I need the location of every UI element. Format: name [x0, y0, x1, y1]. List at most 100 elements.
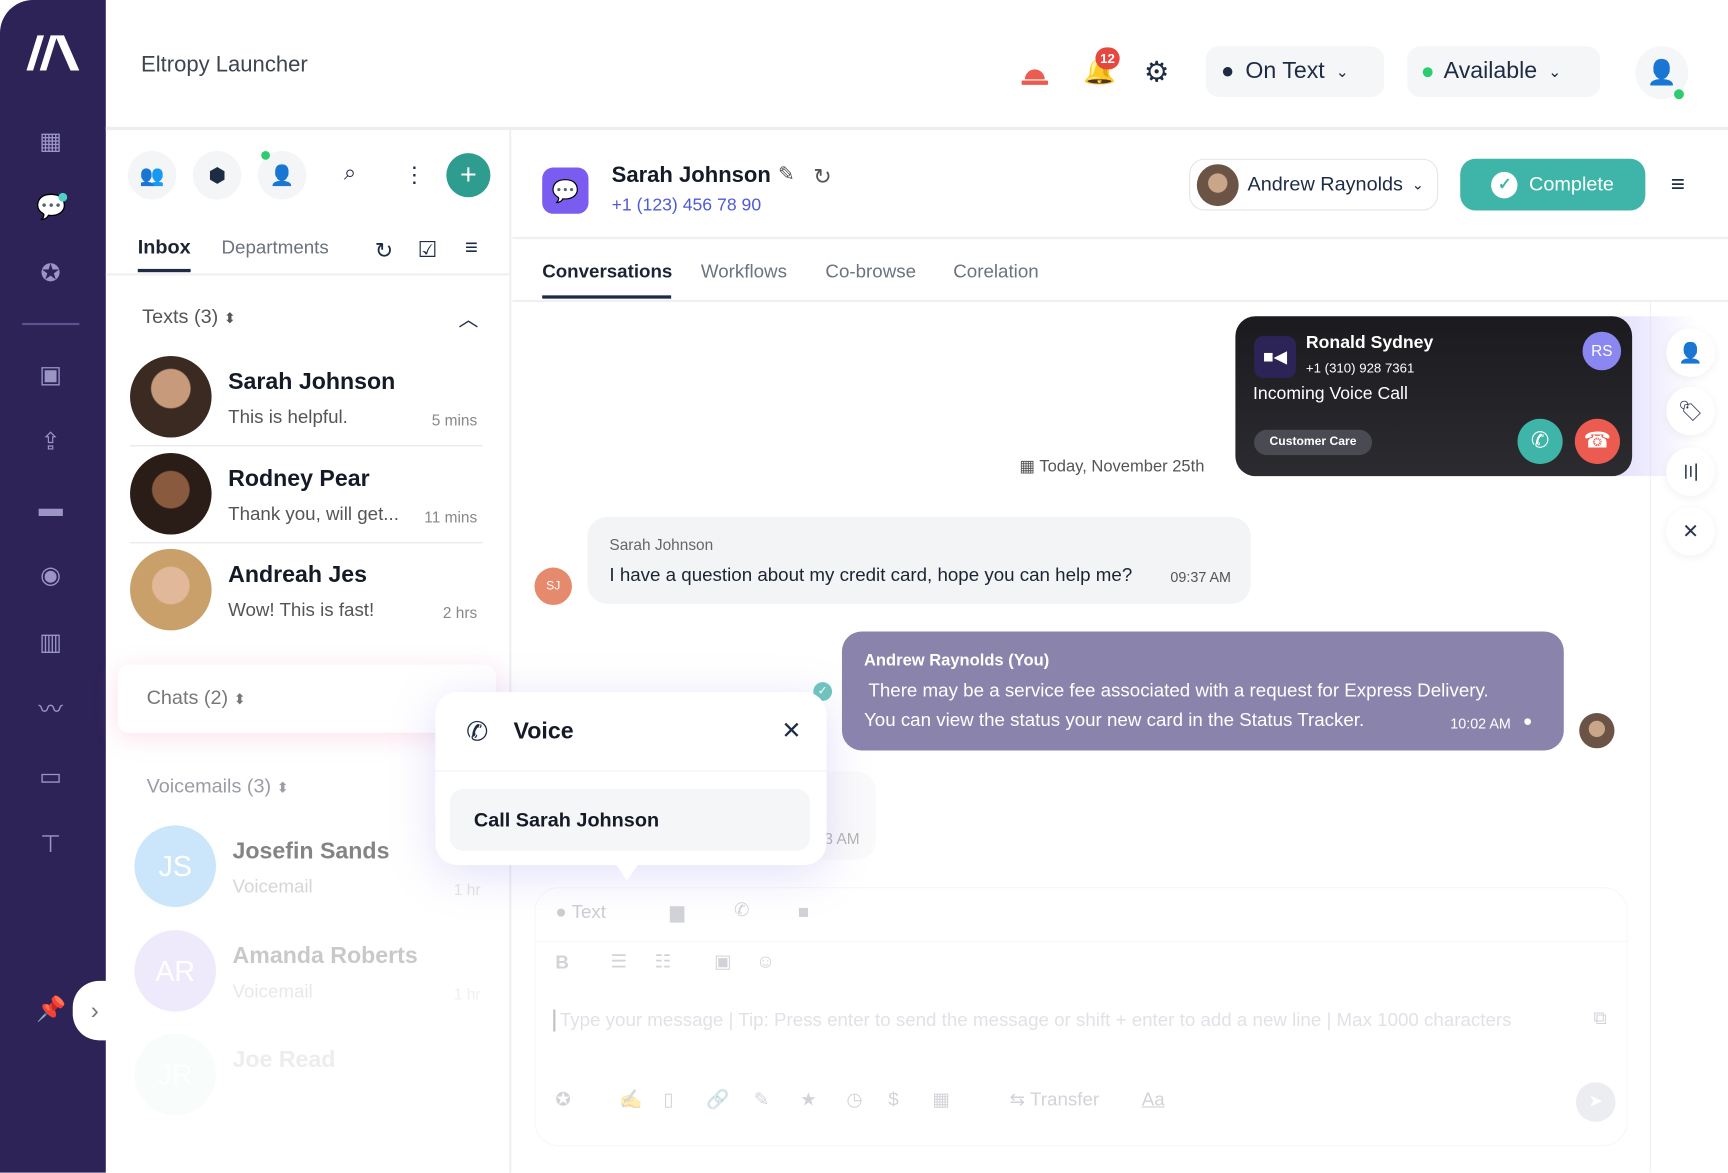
- last-message: Voicemail: [232, 980, 313, 1002]
- message-input[interactable]: Type your message | Tip: Press enter to …: [553, 1009, 1589, 1032]
- edit-icon[interactable]: ✎: [778, 163, 795, 186]
- dashboard-icon[interactable]: ▦: [36, 127, 65, 156]
- award-icon[interactable]: ✪: [36, 259, 65, 288]
- call-contact-button[interactable]: Call Sarah Johnson: [449, 789, 810, 851]
- agent-assign-dropdown[interactable]: Andrew Raynolds ⌄: [1189, 158, 1439, 211]
- list-item[interactable]: JR Joe Read: [130, 1033, 483, 1129]
- tab-corelation[interactable]: Corelation: [953, 261, 1038, 283]
- phone-icon: ✆: [466, 717, 489, 748]
- emoji-icon[interactable]: ☺: [756, 951, 775, 973]
- hexagon-icon[interactable]: ⬢: [192, 150, 242, 200]
- send-button[interactable]: ➤: [1575, 1082, 1616, 1122]
- search-icon[interactable]: ⌕: [344, 161, 356, 186]
- contact-name: Andreah Jes: [228, 562, 368, 588]
- status-dot: [1422, 66, 1433, 77]
- list-item[interactable]: Rodney Pear Thank you, will get... 11 mi…: [130, 452, 483, 548]
- more-vertical-icon[interactable]: ⋮: [403, 161, 425, 189]
- transfer-label: Transfer: [1030, 1088, 1100, 1110]
- filter-icon[interactable]: ≡: [465, 236, 478, 261]
- screen-share-icon[interactable]: ▭: [36, 763, 65, 792]
- contact-phone[interactable]: +1 (123) 456 78 90: [612, 196, 762, 216]
- contacts-icon[interactable]: 👥: [127, 150, 177, 200]
- add-button[interactable]: +: [446, 153, 491, 198]
- activity-icon[interactable]: 〰: [36, 695, 65, 724]
- popup-arrow: [614, 862, 640, 881]
- chevron-up-icon[interactable]: ︿: [458, 304, 478, 333]
- status-dropdown[interactable]: Available ⌄: [1407, 46, 1601, 97]
- approve-icon[interactable]: ✪: [555, 1089, 571, 1111]
- tab-co-browse[interactable]: Co-browse: [825, 261, 916, 283]
- calendar-icon[interactable]: ▣: [36, 360, 65, 389]
- contact-name: Sarah Johnson: [611, 163, 771, 188]
- signature-icon[interactable]: ✍: [619, 1089, 642, 1111]
- sort-icon: ⬍: [223, 309, 236, 327]
- org-chart-icon[interactable]: ⊤: [36, 830, 65, 859]
- tab-workflows[interactable]: Workflows: [701, 261, 787, 283]
- numbered-list-icon[interactable]: ☷: [655, 951, 672, 973]
- alarm-icon[interactable]: [1020, 55, 1049, 86]
- popup-title: Voice: [513, 718, 574, 744]
- audio-wave-icon[interactable]: 〣: [1666, 447, 1715, 496]
- incoming-call-card: ■◀ Ronald Sydney +1 (310) 928 7361 RS In…: [1235, 316, 1633, 477]
- bold-button[interactable]: B: [555, 952, 569, 974]
- font-format-button[interactable]: Aa: [1142, 1089, 1165, 1111]
- expand-icon[interactable]: ⧉: [1594, 1007, 1607, 1029]
- refresh-icon[interactable]: ↻: [813, 163, 831, 191]
- decline-call-button[interactable]: ☎: [1574, 418, 1620, 464]
- avatar: [130, 452, 212, 535]
- status-label: Available: [1443, 58, 1538, 84]
- link-icon[interactable]: 🔗: [706, 1089, 729, 1111]
- star-icon[interactable]: ★: [800, 1089, 817, 1111]
- check-icon: ✓: [1491, 171, 1519, 198]
- channel-text-tab[interactable]: ● Text: [555, 901, 606, 923]
- tab-inbox[interactable]: Inbox: [138, 236, 191, 259]
- list-item[interactable]: Andreah Jes Wow! This is fast! 2 hrs: [130, 548, 483, 644]
- tag-icon[interactable]: 🏷: [1666, 386, 1715, 436]
- avatar: JS: [134, 825, 216, 907]
- payment-icon[interactable]: $: [888, 1089, 898, 1111]
- checklist-icon[interactable]: ☑: [418, 236, 438, 264]
- esign-icon[interactable]: ✎: [754, 1089, 770, 1111]
- channel-mode-dropdown[interactable]: ● On Text ⌄: [1205, 46, 1385, 97]
- folder-icon[interactable]: ▬: [36, 494, 65, 523]
- divider: [130, 445, 483, 447]
- voicemails-section-header[interactable]: Voicemails (3) ⬍: [147, 775, 289, 798]
- pin-icon[interactable]: 📌: [36, 995, 66, 1024]
- upload-icon[interactable]: ⇪: [36, 428, 65, 457]
- image-icon[interactable]: ▣: [714, 951, 732, 973]
- calendar-icon: ▦: [1019, 457, 1036, 477]
- gear-icon[interactable]: ⚙: [1144, 55, 1170, 89]
- avatar: [130, 355, 212, 438]
- remove-user-icon[interactable]: ✕: [1666, 506, 1715, 556]
- menu-icon[interactable]: ≡: [1671, 170, 1685, 199]
- divider: [130, 542, 483, 544]
- tab-conversations[interactable]: Conversations: [542, 261, 672, 283]
- phone-icon[interactable]: ✆: [734, 899, 750, 921]
- bullet-list-icon[interactable]: ☰: [611, 951, 628, 973]
- complete-label: Complete: [1529, 173, 1614, 196]
- list-item[interactable]: AR Amanda Roberts Voicemail 1 hr: [130, 930, 483, 1025]
- eye-icon[interactable]: ◉: [36, 561, 65, 590]
- tab-departments[interactable]: Departments: [222, 237, 329, 259]
- complete-button[interactable]: ✓ Complete: [1460, 158, 1646, 211]
- timestamp: 5 mins: [431, 411, 478, 429]
- message-sender: Andrew Raynolds (You): [863, 651, 1050, 671]
- accept-call-button[interactable]: ✆: [1517, 418, 1563, 464]
- refresh-icon[interactable]: ↻: [375, 237, 393, 265]
- close-icon[interactable]: ✕: [781, 716, 801, 745]
- inbox-panel: 👥 ⬢ 👤 ⌕ ⋮ + Inbox Departments ↻ ☑ ≡ Text…: [105, 130, 512, 1173]
- calendar-icon[interactable]: ▦: [932, 1089, 950, 1111]
- list-item[interactable]: Sarah Johnson This is helpful. 5 mins: [130, 355, 483, 451]
- message-time: 10:02 AM: [1450, 715, 1511, 732]
- list-item[interactable]: JS Josefin Sands Voicemail 1 hr: [130, 825, 483, 920]
- texts-section-header[interactable]: Texts (3) ⬍: [142, 305, 236, 328]
- transfer-button[interactable]: ⇆ Transfer: [1009, 1089, 1099, 1111]
- chat-bubble-icon: ●: [1221, 58, 1235, 84]
- app-title: Eltropy Launcher: [141, 52, 308, 78]
- document-icon[interactable]: ▯: [663, 1089, 673, 1111]
- timer-icon[interactable]: ◷: [846, 1089, 862, 1111]
- bar-chart-icon[interactable]: ▥: [36, 628, 65, 657]
- contact-info-icon[interactable]: 👤: [1666, 328, 1715, 377]
- chat-icon[interactable]: ▆: [670, 901, 684, 923]
- video-icon[interactable]: ■: [798, 901, 809, 923]
